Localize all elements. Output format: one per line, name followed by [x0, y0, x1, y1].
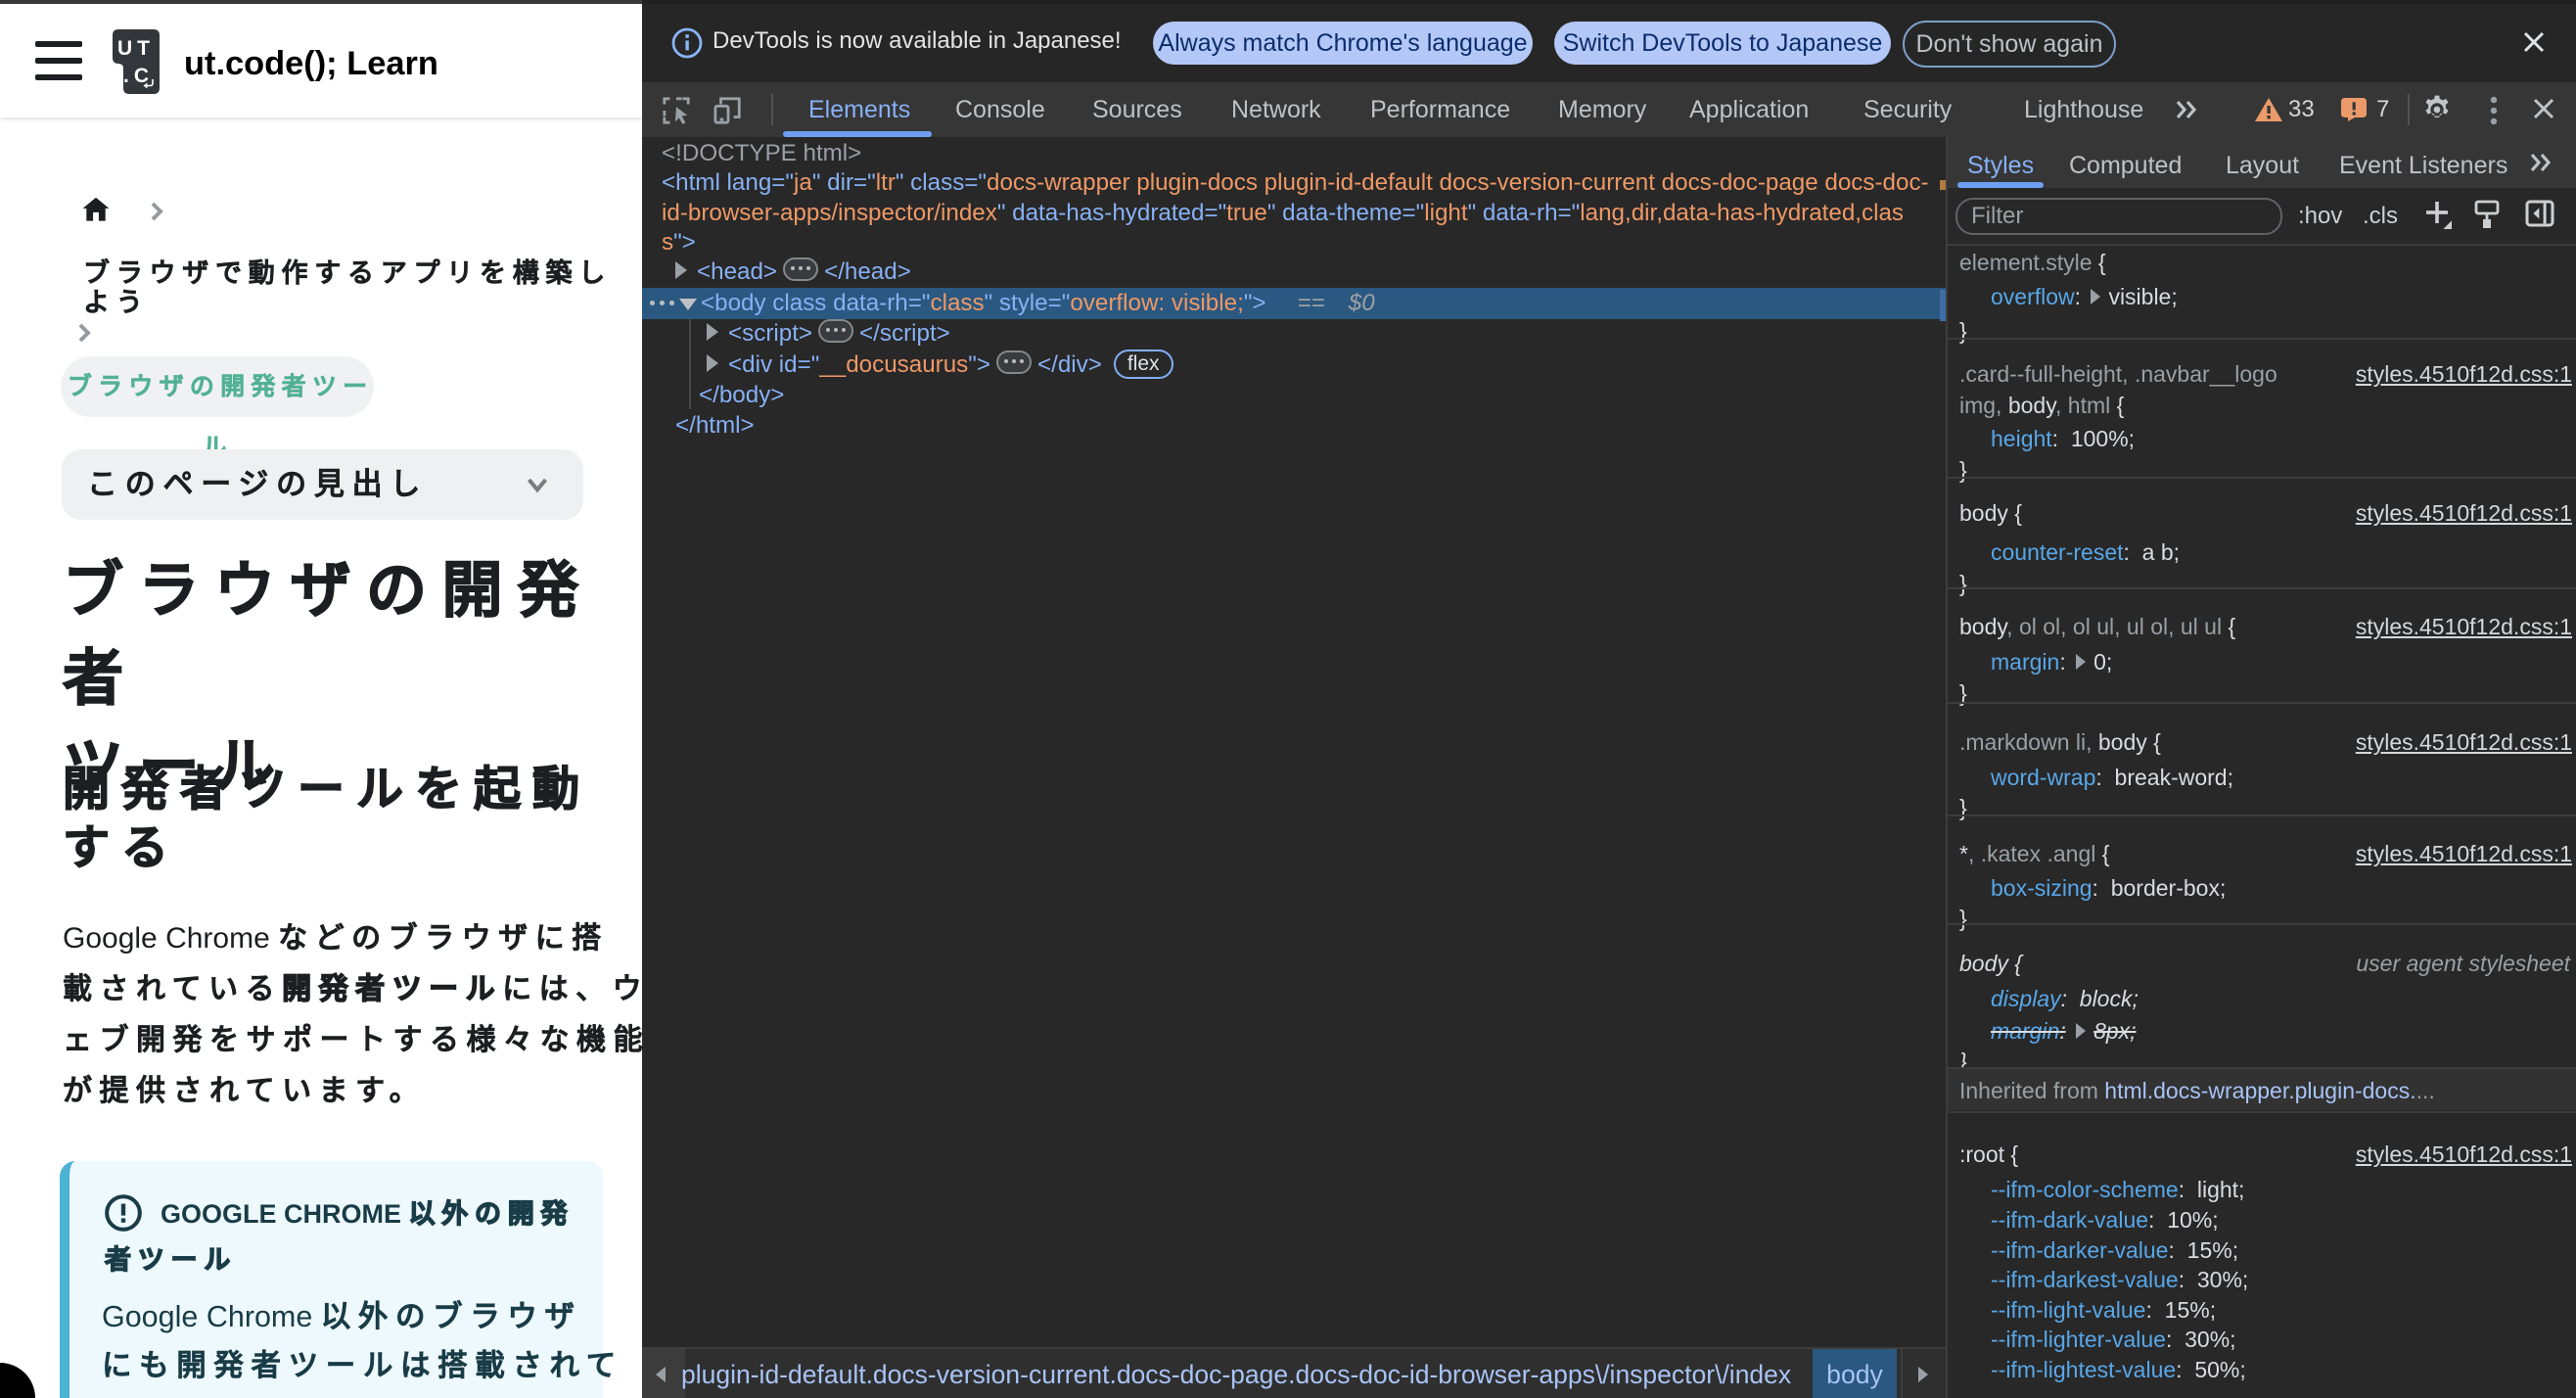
svg-text:.C: .C: [123, 65, 154, 87]
svg-text:UT: UT: [117, 37, 155, 60]
